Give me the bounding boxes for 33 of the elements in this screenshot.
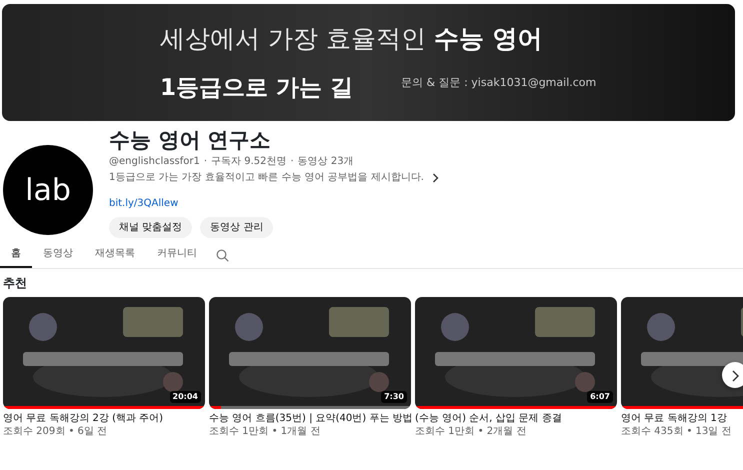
banner-subline: 1등급으로 가는 길 [160, 74, 354, 103]
channel-tab[interactable]: 동영상 [32, 242, 84, 268]
channel-tab[interactable]: 재생목록 [84, 242, 146, 268]
video-duration: 6:07 [587, 391, 613, 403]
video-duration: 7:30 [381, 391, 407, 403]
video-title[interactable]: (수능 영어) 순서, 삽입 문제 종결 [415, 413, 617, 425]
section-title: 추천 [3, 275, 28, 291]
banner-contact: 문의 & 질문 : yisak1031@gmail.com [401, 74, 596, 91]
channel-description: 1등급으로 가는 가장 효율적이고 빠른 수능 영어 공부법을 제시합니다. [109, 171, 424, 185]
video-stats: 조회수 435회 • 13일 전 [621, 426, 732, 438]
video-title[interactable]: 영어 무료 독해강의 2강 (핵과 주어) [3, 413, 205, 425]
channel-tab[interactable]: 홈 [0, 242, 32, 268]
video-count: 동영상 23개 [298, 155, 354, 169]
dot-separator: · [204, 155, 208, 169]
video-stats: 조회수 1만회 • 1개월 전 [209, 426, 322, 438]
channel-button[interactable]: 동영상 관리 [200, 217, 274, 238]
channel-link[interactable]: bit.ly/3QAllew [109, 198, 178, 209]
video-title[interactable]: 수능 영어 흐름(35번) | 요약(40번) 푸는 방법 [209, 413, 411, 425]
subscriber-count: 구독자 9.52천명 [211, 155, 287, 169]
video-stats: 조회수 209회 • 6일 전 [3, 426, 108, 438]
channel-name: 수능 영어 연구소 [109, 127, 272, 153]
channel-tab[interactable]: 커뮤니티 [146, 242, 208, 268]
channel-avatar: lab [3, 145, 93, 235]
video-stats: 조회수 1만회 • 2개월 전 [415, 426, 528, 438]
video-duration: 20:04 [170, 391, 201, 403]
video-title[interactable]: 영어 무료 독해강의 1강 [621, 413, 743, 425]
search-icon[interactable] [216, 248, 229, 262]
channel-button[interactable]: 채널 맞춤설정 [109, 217, 192, 238]
chevron-right-icon[interactable] [432, 172, 439, 182]
channel-handle: @englishclassfor1 [109, 155, 200, 169]
banner-headline: 세상에서 가장 효율적인 수능 영어 [160, 23, 544, 55]
chevron-right-icon [731, 370, 739, 382]
dot-separator: · [290, 155, 294, 169]
